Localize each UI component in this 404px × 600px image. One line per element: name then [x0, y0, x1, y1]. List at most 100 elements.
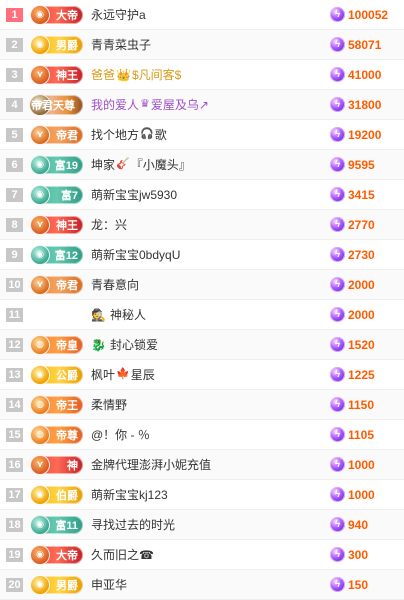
- ranking-row[interactable]: 18 ◉ 富11 寻找过去的时光 ϟ 940: [0, 510, 404, 540]
- score-number: 2770: [348, 217, 375, 232]
- score-number: 31800: [348, 97, 382, 112]
- ranking-row[interactable]: 3 ⋎ 神王 爸爸 👑 $凡间客$ ϟ 41000: [0, 60, 404, 90]
- ranking-row[interactable]: 19 ◉ 大帝 久而旧之 ☎ ϟ 300: [0, 540, 404, 570]
- rank-number: 12: [6, 337, 23, 352]
- ranking-row[interactable]: 2 ◉ 男爵 青青菜虫子 ϟ 58071: [0, 30, 404, 60]
- purple-lightning-gem-icon: ϟ: [330, 517, 345, 532]
- level-badge: ⋎ 帝君天尊: [29, 93, 83, 116]
- level-badge: ⋎ 神王: [30, 64, 83, 85]
- ranking-row[interactable]: 14 ◍ 帝王 柔情野 ϟ 1150: [0, 390, 404, 420]
- badge-emblem-icon: ◉: [30, 244, 50, 265]
- rank-number: 16: [6, 457, 23, 472]
- ranking-row[interactable]: 5 ⋎ 帝君 找个地方 🎧 歌 ϟ 19200: [0, 120, 404, 150]
- ranking-row[interactable]: 4 ⋎ 帝君天尊 我的爱人 ♛ 爱屋及乌↗ ϟ 31800: [0, 90, 404, 120]
- purple-lightning-gem-icon: ϟ: [330, 127, 345, 142]
- badge-label: 男爵: [56, 579, 78, 592]
- badge-emblem-icon: ◉: [30, 154, 50, 175]
- user-name[interactable]: 坤家 🎸 『小魔头』: [91, 156, 330, 173]
- badge-emblem-icon: ◉: [30, 364, 50, 385]
- level-badge: ◍ 帝王: [30, 394, 83, 415]
- rank-number: 3: [6, 67, 23, 82]
- rank-number: 5: [6, 127, 23, 142]
- level-badge: ◉ 男爵: [30, 574, 83, 595]
- user-name[interactable]: 龙：兴: [91, 216, 330, 233]
- badge-area: ◉ 伯爵: [30, 484, 83, 505]
- user-name[interactable]: 青春意向: [91, 276, 330, 293]
- ranking-row[interactable]: 12 ◍ 帝皇 🐉 封心 锁爱 ϟ 1520: [0, 330, 404, 360]
- user-name[interactable]: 萌新宝宝0bdyqU: [91, 246, 330, 263]
- score-value: ϟ 41000: [330, 67, 402, 82]
- user-name[interactable]: 🐉 封心 锁爱: [91, 336, 330, 353]
- badge-label: 大帝: [56, 9, 78, 22]
- user-name[interactable]: 金牌代理澎湃小妮充值: [91, 456, 330, 473]
- user-name[interactable]: 寻找过去的时光: [91, 516, 330, 533]
- ranking-row[interactable]: 20 ◉ 男爵 申亚华 ϟ 150: [0, 570, 404, 600]
- level-badge: ⋎ 帝君: [30, 274, 83, 295]
- score-number: 2730: [348, 247, 375, 262]
- user-name-text: 金牌代理澎湃小妮充值: [91, 458, 212, 472]
- purple-lightning-gem-icon: ϟ: [330, 397, 345, 412]
- badge-area: ◉ 富19: [30, 154, 83, 175]
- user-name-text: 萌新宝宝0bdyqU: [91, 248, 181, 262]
- user-name[interactable]: 久而旧之 ☎: [91, 546, 330, 563]
- badge-emblem-icon: ◍: [30, 334, 50, 355]
- badge-label: 帝皇: [56, 339, 78, 352]
- user-name-text: 永远守护a: [91, 8, 146, 22]
- badge-area: ◉ 大帝: [30, 544, 83, 565]
- user-name[interactable]: 枫叶 🍁 星辰: [91, 366, 330, 383]
- ranking-row[interactable]: 17 ◉ 伯爵 萌新宝宝kj123 ϟ 1000: [0, 480, 404, 510]
- level-badge: ◉ 大帝: [30, 4, 83, 25]
- user-name-text: 萌新宝宝jw5930: [91, 188, 178, 202]
- score-value: ϟ 31800: [330, 97, 402, 112]
- level-badge: ◉ 富11: [30, 514, 83, 535]
- user-name-text: 柔情野: [91, 398, 128, 412]
- user-name-text: 申亚华: [91, 578, 128, 592]
- user-name[interactable]: 爸爸 👑 $凡间客$: [91, 66, 330, 83]
- ranking-row[interactable]: 6 ◉ 富19 坤家 🎸 『小魔头』 ϟ 9595: [0, 150, 404, 180]
- badge-label: 帝尊: [56, 429, 78, 442]
- score-number: 3415: [348, 187, 375, 202]
- level-badge: ◉ 富7: [30, 184, 83, 205]
- user-name[interactable]: 申亚华: [91, 576, 330, 593]
- badge-emblem-icon: ◍: [30, 394, 50, 415]
- ranking-row[interactable]: 8 ⋎ 神王 龙：兴 ϟ 2770: [0, 210, 404, 240]
- user-name-text: 封心: [109, 338, 134, 352]
- user-name[interactable]: 青青菜虫子: [91, 36, 330, 53]
- user-name[interactable]: @！你 - ％: [91, 426, 330, 443]
- user-name[interactable]: 🕵 神秘人: [91, 306, 330, 323]
- ranking-row[interactable]: 7 ◉ 富7 萌新宝宝jw5930 ϟ 3415: [0, 180, 404, 210]
- badge-emblem-icon: ◉: [30, 484, 50, 505]
- score-number: 2000: [348, 307, 375, 322]
- user-name-suffix: 星辰: [130, 368, 155, 382]
- user-name[interactable]: 萌新宝宝jw5930: [91, 186, 330, 203]
- level-badge: ⋎ 帝君: [30, 124, 83, 145]
- score-value: ϟ 19200: [330, 127, 402, 142]
- ranking-row[interactable]: 16 ⋎ 神金牌代理澎湃小妮充值 ϟ 1000: [0, 450, 404, 480]
- badge-label: 大帝: [56, 549, 78, 562]
- badge-area: ⋎ 帝君天尊: [29, 93, 83, 116]
- user-name[interactable]: 萌新宝宝kj123: [91, 486, 330, 503]
- user-name[interactable]: 找个地方 🎧 歌: [91, 126, 330, 143]
- score-value: ϟ 2000: [330, 277, 402, 292]
- badge-area: ◍ 帝王: [30, 394, 83, 415]
- user-name[interactable]: 永远守护a: [91, 6, 330, 23]
- ranking-row[interactable]: 9 ◉ 富12 萌新宝宝0bdyqU ϟ 2730: [0, 240, 404, 270]
- score-number: 300: [348, 547, 369, 562]
- badge-label: 富11: [55, 519, 78, 532]
- ranking-row[interactable]: 11 🕵 神秘人 ϟ 2000: [0, 300, 404, 330]
- score-value: ϟ 150: [330, 577, 402, 592]
- ranking-row[interactable]: 10 ⋎ 帝君 青春意向 ϟ 2000: [0, 270, 404, 300]
- ranking-row[interactable]: 1 ◉ 大帝 永远守护a ϟ 100052: [0, 0, 404, 30]
- ranking-row[interactable]: 15 ◍ 帝尊 @！你 - ％ ϟ 1105: [0, 420, 404, 450]
- badge-emblem-icon: ◉: [30, 4, 50, 25]
- ranking-row[interactable]: 13 ◉ 公爵 枫叶 🍁 星辰 ϟ 1225: [0, 360, 404, 390]
- badge-area: ⋎ 神王: [30, 64, 83, 85]
- user-name[interactable]: 柔情野: [91, 396, 330, 413]
- badge-emblem-icon: ◉: [30, 184, 50, 205]
- badge-label: 富12: [54, 249, 78, 262]
- user-name[interactable]: 我的爱人 ♛ 爱屋及乌↗: [91, 96, 330, 113]
- ranking-list: 1 ◉ 大帝 永远守护a ϟ 100052 2 ◉ 男爵 青青菜虫子 ϟ 58071 3 ⋎ 神王 爸爸 👑 $凡…: [0, 0, 404, 600]
- rank-number: 17: [6, 487, 23, 502]
- badge-area: ⋎ 神: [30, 454, 83, 475]
- user-name-text: 寻找过去的时光: [91, 518, 176, 532]
